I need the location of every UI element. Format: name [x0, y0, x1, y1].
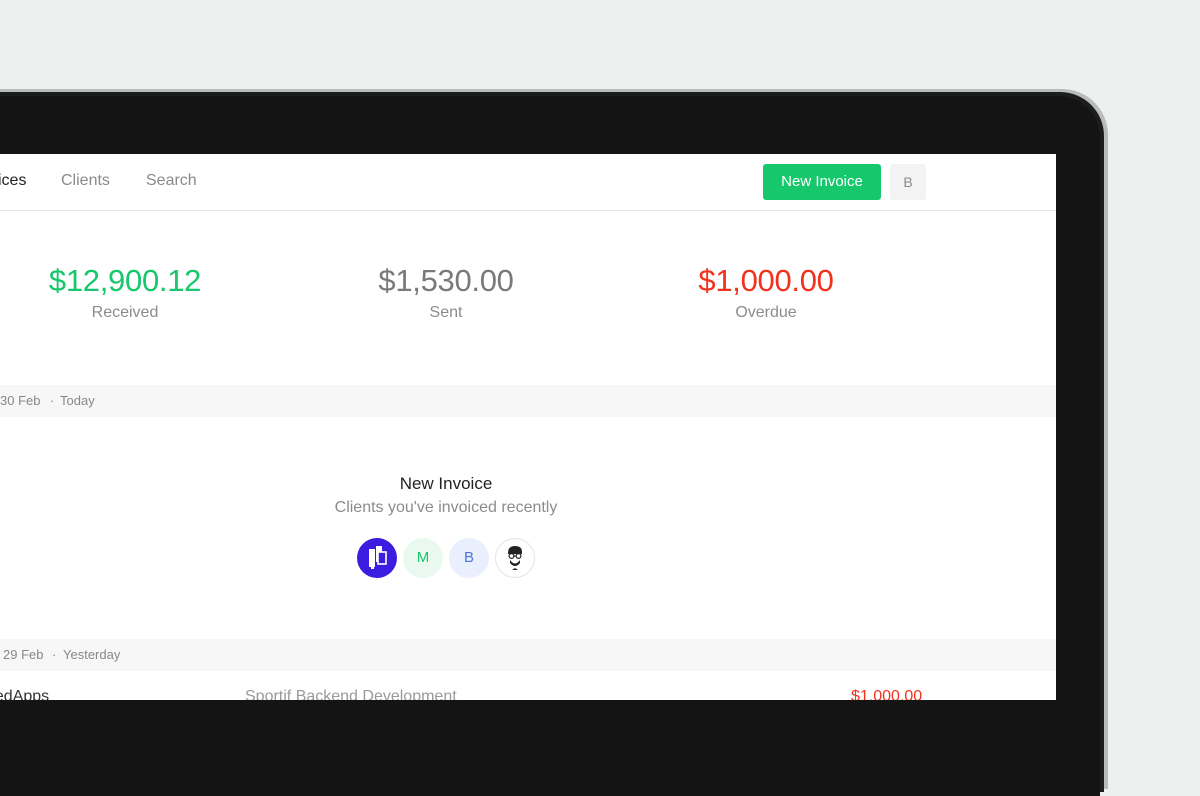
stat-received: $12,900.12 Received: [5, 262, 245, 322]
user-avatar-button[interactable]: B: [890, 164, 926, 200]
recent-client-avatar[interactable]: [357, 538, 397, 578]
stat-received-amount: $12,900.12: [48, 263, 202, 298]
empty-state-subtitle: Clients you've invoiced recently: [334, 499, 558, 516]
nav-tab-search[interactable]: Search: [146, 172, 197, 190]
stat-sent-label: Sent: [429, 304, 463, 321]
section-relative-date: Today: [60, 393, 95, 408]
stat-sent: $1,530.00 Sent: [326, 262, 566, 322]
recent-client-avatar[interactable]: B: [449, 538, 489, 578]
stat-overdue-amount: $1,000.00: [698, 263, 834, 298]
stat-overdue-label: Overdue: [735, 304, 797, 321]
person-illustration-icon: [508, 546, 522, 570]
recent-client-avatar[interactable]: M: [403, 538, 443, 578]
section-date: 30 Feb: [0, 393, 41, 408]
section-header-today: 30 Feb · Today: [0, 385, 1056, 417]
top-navigation: ices Clients Search New Invoice B: [0, 154, 1056, 211]
section-relative-date: Yesterday: [63, 647, 121, 662]
invoice-row[interactable]: hedApps Sportif Backend Development $1,0…: [0, 686, 1056, 700]
app-screen: ices Clients Search New Invoice B $12,90…: [0, 154, 1056, 700]
stat-sent-amount: $1,530.00: [378, 263, 514, 298]
new-invoice-button[interactable]: New Invoice: [763, 164, 881, 200]
invoice-description: Sportif Backend Development: [245, 688, 457, 700]
separator-dot: ·: [50, 393, 55, 408]
section-date: 29 Feb: [3, 647, 44, 662]
invoice-amount: $1,000.00: [851, 688, 923, 700]
nav-tab-invoices[interactable]: ices: [0, 172, 26, 190]
stat-overdue: $1,000.00 Overdue: [646, 262, 886, 322]
invoice-client-name: hedApps: [0, 688, 50, 700]
empty-state-title: New Invoice: [399, 474, 493, 493]
recent-client-avatar[interactable]: [495, 538, 535, 578]
section-header-yesterday: 29 Feb · Yesterday: [0, 639, 1056, 671]
nav-tab-clients[interactable]: Clients: [61, 172, 110, 190]
separator-dot: ·: [52, 647, 57, 662]
stat-received-label: Received: [91, 304, 159, 321]
brand-logo-icon: [369, 546, 387, 569]
